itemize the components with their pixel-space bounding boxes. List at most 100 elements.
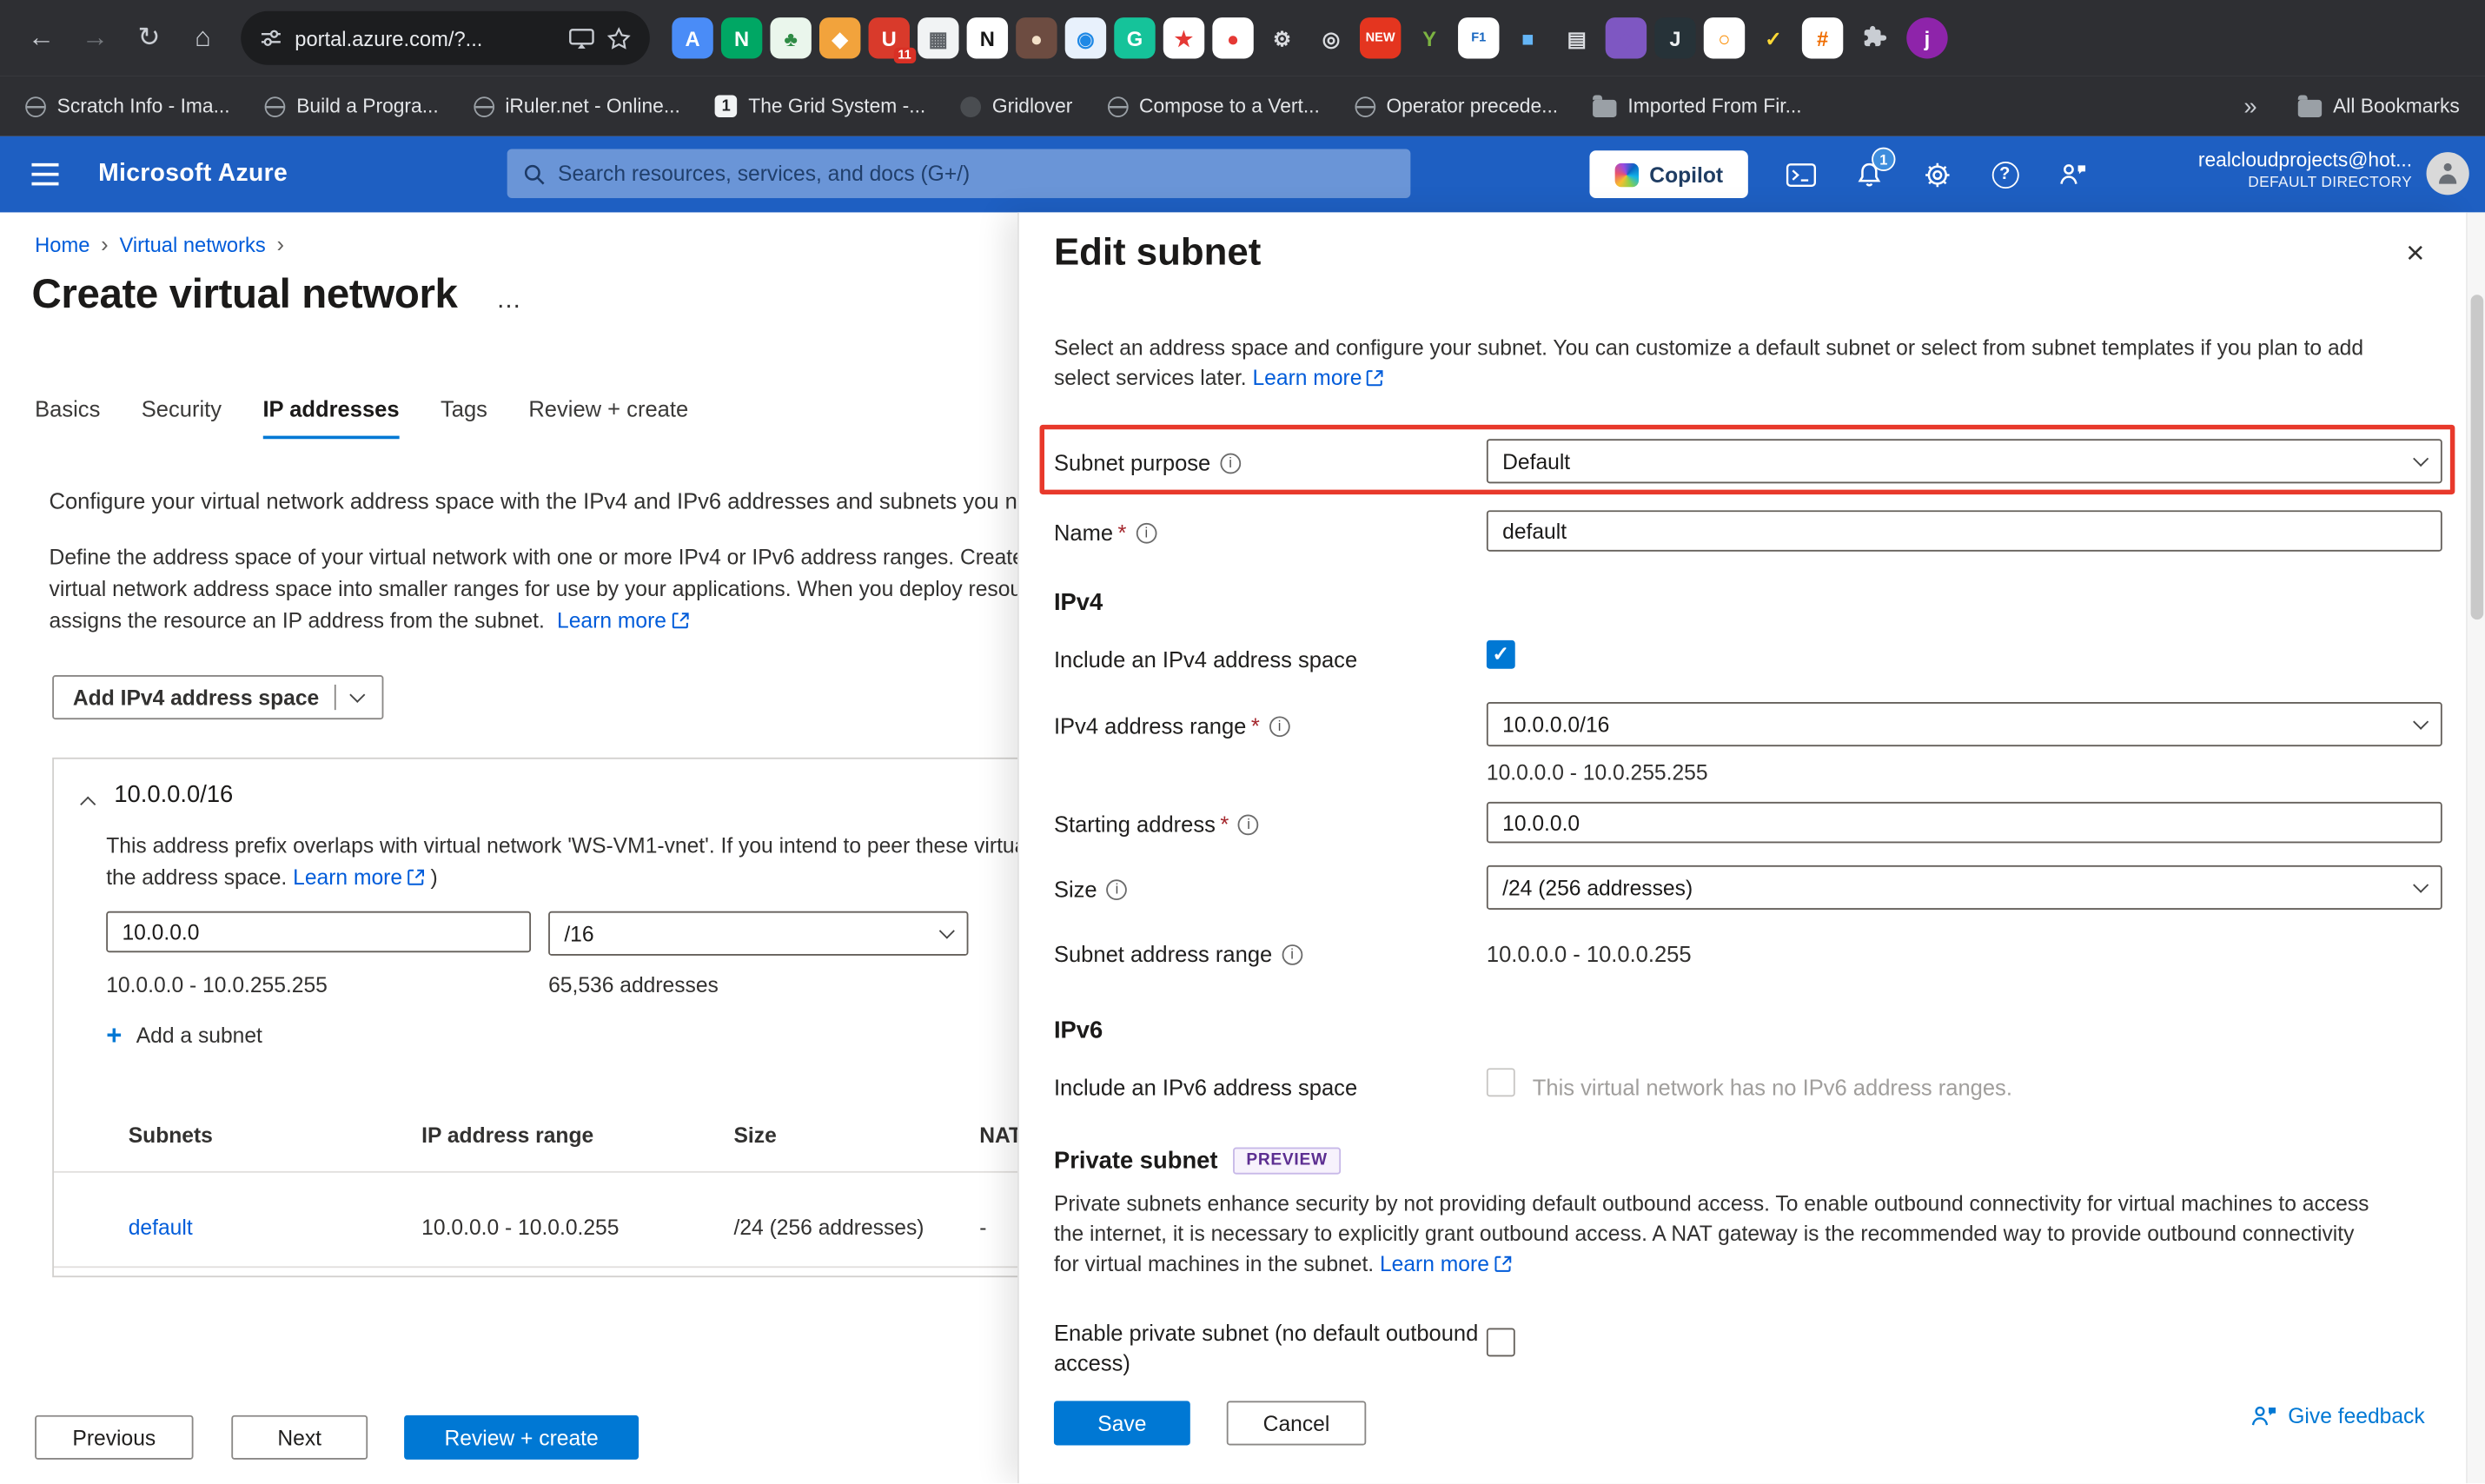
extension-icon[interactable]: N — [720, 17, 763, 59]
learn-more-link[interactable]: Learn more — [293, 865, 402, 889]
collapse-chevron-icon[interactable] — [80, 796, 96, 812]
learn-more-link[interactable]: Learn more — [1252, 366, 1362, 389]
bookmark-item[interactable]: Build a Progra... — [264, 95, 439, 117]
tab-item[interactable]: Tags — [441, 396, 487, 439]
extension-icon[interactable]: NEW — [1359, 17, 1402, 59]
site-settings-icon[interactable] — [260, 27, 282, 50]
cloud-shell-icon[interactable] — [1772, 146, 1829, 203]
extension-icon[interactable]: ● — [1212, 17, 1254, 59]
extension-icon[interactable]: ◎ — [1310, 17, 1351, 58]
help-icon[interactable]: ? — [1977, 146, 2034, 203]
tab-item[interactable]: IP addresses — [262, 396, 400, 440]
info-icon[interactable]: i — [1269, 715, 1290, 737]
info-icon[interactable]: i — [1238, 813, 1259, 835]
previous-button[interactable]: Previous — [35, 1414, 194, 1460]
extension-icon[interactable]: ● — [1016, 17, 1057, 59]
home-button[interactable]: ⌂ — [177, 13, 228, 63]
cancel-button[interactable]: Cancel — [1226, 1401, 1367, 1446]
account-avatar[interactable] — [2426, 152, 2469, 195]
learn-more-link[interactable]: Learn more — [1380, 1252, 1489, 1275]
bookmark-item[interactable]: Imported From Fir... — [1593, 94, 1802, 117]
address-space-mask-select[interactable]: /16 — [548, 911, 969, 956]
extension-icon[interactable]: ▦ — [918, 17, 959, 59]
extension-icon[interactable]: ◉ — [1064, 17, 1107, 59]
back-button[interactable]: ← — [16, 13, 66, 63]
info-icon[interactable]: i — [1136, 522, 1157, 543]
bookmark-star-icon[interactable] — [606, 26, 631, 50]
size-select[interactable]: /24 (256 addresses) — [1486, 865, 2442, 910]
enable-private-subnet-checkbox[interactable] — [1486, 1328, 1515, 1357]
extension-icon[interactable]: N — [966, 17, 1009, 59]
extension-icon[interactable]: J — [1654, 17, 1696, 59]
breadcrumb-virtual-networks[interactable]: Virtual networks — [119, 232, 265, 255]
bookmark-item[interactable]: Gridlover — [960, 95, 1072, 117]
browser-profile-avatar[interactable]: j — [1906, 17, 1948, 59]
hamburger-menu-icon[interactable] — [23, 160, 67, 189]
tab-item[interactable]: Security — [142, 396, 222, 439]
give-feedback-link[interactable]: Give feedback — [2250, 1404, 2425, 1428]
extension-icon[interactable]: # — [1801, 17, 1844, 59]
bookmarks-overflow-chevron[interactable]: » — [2243, 93, 2256, 120]
extension-icon[interactable]: U 11 — [868, 17, 917, 63]
address-space-ip-input[interactable] — [106, 911, 532, 953]
search-input[interactable] — [558, 162, 1395, 186]
extensions-menu-icon[interactable] — [1862, 25, 1887, 50]
info-icon[interactable]: i — [1106, 878, 1128, 900]
extension-icon[interactable]: ◆ — [818, 17, 861, 59]
save-button[interactable]: Save — [1053, 1401, 1190, 1446]
extension-icon[interactable]: F1 — [1458, 17, 1500, 59]
extension-icon[interactable]: ◆ — [1605, 17, 1647, 59]
settings-gear-icon[interactable] — [1908, 146, 1965, 203]
reload-button[interactable]: ↻ — [123, 13, 174, 63]
subnet-purpose-select[interactable]: Default — [1486, 439, 2442, 484]
bookmark-item[interactable]: Operator precede... — [1354, 95, 1558, 117]
subnet-name-input[interactable] — [1486, 510, 2442, 552]
page-title-more-button[interactable]: … — [496, 287, 523, 315]
extension-icon[interactable]: G — [1114, 17, 1156, 59]
forward-button[interactable]: → — [70, 13, 120, 63]
column-header-ip-range[interactable]: IP address range — [421, 1123, 593, 1147]
bookmark-item[interactable]: 1 The Grid System -... — [714, 95, 925, 117]
extension-icon[interactable]: ♣ — [770, 17, 812, 59]
extension-icon[interactable]: ■ — [1508, 17, 1548, 58]
scrollbar-thumb[interactable] — [2470, 295, 2484, 620]
extension-icon[interactable]: ✓ — [1753, 17, 1793, 58]
account-info[interactable]: realcloudprojects@hot... DEFAULT DIRECTO… — [2198, 149, 2412, 192]
info-icon[interactable]: i — [1220, 452, 1241, 474]
azure-brand[interactable]: Microsoft Azure — [98, 160, 288, 189]
bookmark-item[interactable]: Scratch Info - Ima... — [25, 95, 230, 117]
include-ipv4-checkbox[interactable]: ✓ — [1486, 639, 1515, 669]
info-icon[interactable]: i — [1282, 944, 1302, 964]
tab-item[interactable]: Basics — [35, 396, 100, 439]
column-header-subnets[interactable]: Subnets — [129, 1123, 213, 1147]
cast-icon[interactable] — [569, 28, 594, 49]
extension-icon[interactable]: ⚙ — [1262, 17, 1302, 58]
bookmark-item[interactable]: iRuler.net - Online... — [473, 95, 680, 117]
column-header-size[interactable]: Size — [734, 1123, 777, 1147]
ipv4-range-select[interactable]: 10.0.0.0/16 — [1486, 702, 2442, 747]
extension-icon[interactable]: ▤ — [1556, 17, 1597, 58]
learn-more-link[interactable]: Learn more — [557, 608, 666, 632]
add-subnet-button[interactable]: + Add a subnet — [106, 1022, 262, 1049]
all-bookmarks-button[interactable]: All Bookmarks — [2297, 94, 2460, 117]
breadcrumb-home[interactable]: Home — [35, 232, 89, 255]
global-search[interactable] — [507, 149, 1411, 198]
address-bar[interactable]: portal.azure.com/?... — [241, 10, 650, 65]
tab-item[interactable]: Review + create — [528, 396, 688, 439]
subnet-row-name[interactable]: default — [129, 1216, 193, 1239]
extension-glyph: ▤ — [1567, 26, 1587, 50]
extension-icon[interactable]: Y — [1409, 17, 1450, 58]
feedback-icon[interactable] — [2044, 146, 2102, 203]
add-ipv4-address-space-button[interactable]: Add IPv4 address space — [52, 675, 385, 720]
scrollbar[interactable] — [2466, 212, 2485, 1484]
extension-icon[interactable]: ★ — [1163, 17, 1205, 59]
starting-address-input[interactable] — [1486, 801, 2442, 844]
bookmark-item[interactable]: Compose to a Vert... — [1107, 95, 1320, 117]
close-icon[interactable]: × — [2393, 231, 2437, 275]
next-button[interactable]: Next — [231, 1414, 368, 1460]
extension-icon[interactable]: A — [672, 17, 713, 59]
notifications-bell-icon[interactable]: 1 — [1840, 146, 1898, 203]
review-create-button[interactable]: Review + create — [404, 1414, 639, 1460]
copilot-button[interactable]: Copilot — [1589, 150, 1748, 198]
extension-icon[interactable]: ○ — [1703, 17, 1746, 59]
